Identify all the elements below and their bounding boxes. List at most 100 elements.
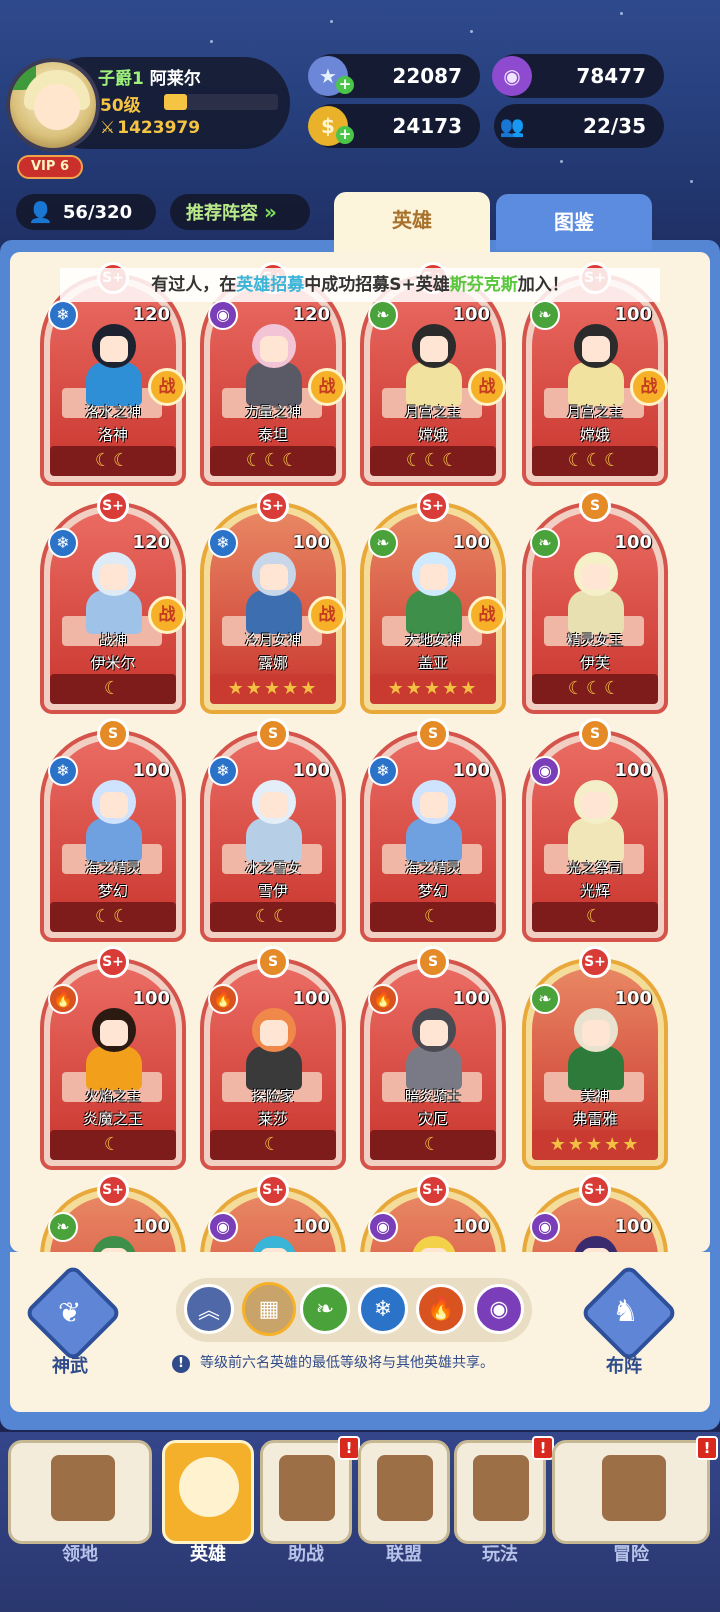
fire-icon[interactable]: 🔥 — [416, 1284, 466, 1334]
dark-element-icon: ◉ — [208, 300, 238, 330]
hero-level: 100 — [292, 532, 330, 553]
hero-name: 光辉 — [579, 882, 610, 900]
dark-icon[interactable]: ◉ — [474, 1284, 524, 1334]
nav-label: 冒险 — [613, 1544, 649, 1565]
hero-card[interactable]: S+ ◉ 100 — [360, 1174, 506, 1252]
nature-element-icon: ❧ — [368, 528, 398, 558]
in-battle-badge: 战 — [630, 368, 668, 406]
purple-coin-resource[interactable]: ◉ 78477 — [492, 54, 664, 98]
star-rank: ☾☾ — [50, 902, 176, 932]
hero-level: 100 — [452, 760, 490, 781]
grade-badge: S — [417, 946, 449, 978]
ice-element-icon: ❄ — [208, 756, 238, 786]
hero-title: 探险家 — [252, 1089, 294, 1105]
hero-card[interactable]: S+❧100战月宫之主嫦娥☾☾☾ — [522, 262, 668, 486]
hero-name: 弗雷雅 — [572, 1110, 618, 1128]
star-rank: ☾ — [532, 902, 658, 932]
in-battle-badge: 战 — [148, 368, 186, 406]
grade-badge: S — [579, 718, 611, 750]
tab-heroes[interactable]: 英雄 — [334, 192, 490, 252]
hero-level: 100 — [614, 760, 652, 781]
hero-level: 100 — [292, 760, 330, 781]
hero-portrait — [72, 772, 156, 862]
star-rank: ★★★★★ — [532, 1130, 658, 1160]
star-rank: ★★★★★ — [210, 674, 336, 704]
hero-title: 冰之雪女 — [245, 861, 301, 877]
hero-portrait — [554, 316, 638, 406]
hero-card[interactable]: S ❧ 100 精灵女王 伊芙 ☾☾☾ — [522, 490, 668, 714]
hero-level: 100 — [614, 1216, 652, 1237]
star-rank: ☾☾ — [210, 902, 336, 932]
members-count[interactable]: 👥 22/35 — [494, 104, 664, 148]
nav-adventure[interactable] — [552, 1440, 710, 1544]
double-chevron-right-icon: » — [264, 200, 277, 224]
tab-codex[interactable]: 图鉴 — [496, 194, 652, 250]
hero-card[interactable]: S ❄ 100 冰之雪女 雪伊 ☾☾ — [200, 718, 346, 942]
nature-element-icon: ❧ — [530, 528, 560, 558]
grade-badge: S — [257, 718, 289, 750]
hero-portrait — [392, 316, 476, 406]
hero-portrait — [232, 316, 316, 406]
hero-card[interactable]: S ❄ 100 海之精灵 梦幻 ☾☾ — [40, 718, 186, 942]
hero-card[interactable]: S+❄120战洛水之神洛神☾☾ — [40, 262, 186, 486]
hero-title: 大地女神 — [405, 633, 461, 649]
hero-card[interactable]: S+◉120战力量之神泰坦☾☾☾ — [200, 262, 346, 486]
nav-heroes[interactable] — [162, 1440, 254, 1544]
hero-card[interactable]: S ◉ 100 光之祭司光辉 ☾ — [522, 718, 668, 942]
hero-card[interactable]: S+ ❄ 100 战冷月女神 露娜 ★★★★★ — [200, 490, 346, 714]
add-gold-icon[interactable]: + — [336, 126, 354, 144]
hero-card[interactable]: S+❧100战月宫之主嫦娥☾☾☾ — [360, 262, 506, 486]
dark-element-icon: ◉ — [208, 1212, 238, 1242]
star-rank: ☾ — [50, 1130, 176, 1160]
winged-banner-icon — [279, 1455, 335, 1521]
hero-level: 100 — [452, 988, 490, 1009]
hero-card[interactable]: S+ ◉ 100 — [200, 1174, 346, 1252]
dark-element-icon: ◉ — [530, 756, 560, 786]
all-icon[interactable]: ▦ — [242, 1282, 296, 1336]
rank-icon[interactable]: ︽ — [184, 1284, 234, 1334]
add-crystal-icon[interactable]: + — [336, 76, 354, 94]
hero-card[interactable]: S 🔥 100 探险家 莱莎 ☾ — [200, 946, 346, 1170]
xp-bar — [164, 94, 278, 110]
hero-title: 洛水之神 — [85, 405, 141, 421]
hero-title: 光之祭司 — [567, 861, 623, 877]
hero-card[interactable]: S ❄ 100 海之精灵 梦幻 ☾ — [360, 718, 506, 942]
grade-badge: S+ — [579, 946, 611, 978]
vip-badge[interactable]: VIP 6 — [17, 155, 83, 179]
recommend-lineup-button[interactable]: 推荐阵容 » — [170, 194, 310, 230]
hero-level: 100 — [292, 988, 330, 1009]
ice-element-icon: ❄ — [48, 528, 78, 558]
star-rank: ☾ — [370, 902, 496, 932]
hero-portrait — [232, 772, 316, 862]
purple-coin-icon: ◉ — [492, 56, 532, 96]
player-avatar[interactable] — [6, 58, 100, 152]
hero-portrait — [392, 544, 476, 634]
star-rank: ☾☾☾ — [532, 446, 658, 476]
alert-badge: ! — [338, 1436, 360, 1460]
nav-territory[interactable] — [8, 1440, 152, 1544]
hero-card[interactable]: S+ ❧ 100 — [40, 1174, 186, 1252]
in-battle-badge: 战 — [468, 596, 506, 634]
nature-icon[interactable]: ❧ — [300, 1284, 350, 1334]
player-level: 50级 — [100, 96, 141, 116]
hero-card[interactable]: S+ ❧ 100 战大地女神 盖亚 ★★★★★ — [360, 490, 506, 714]
hero-level: 100 — [452, 304, 490, 325]
hero-grid: S+❄120战洛水之神洛神☾☾S+◉120战力量之神泰坦☾☾☾S+❧100战月宫… — [10, 252, 710, 1252]
hero-card[interactable]: S+ 🔥 100 火焰之主 炎魔之王 ☾ — [40, 946, 186, 1170]
hero-card[interactable]: S+ ❄ 120 战战神 伊米尔 ☾ — [40, 490, 186, 714]
hero-card[interactable]: S+ ❧ 100 美神 弗雷雅 ★★★★★ — [522, 946, 668, 1170]
hero-level: 100 — [452, 1216, 490, 1237]
ice-icon[interactable]: ❄ — [358, 1284, 408, 1334]
hero-card[interactable]: S 🔥 100 暗炎骑士 灾厄 ☾ — [360, 946, 506, 1170]
nav-alliance[interactable] — [358, 1440, 450, 1544]
crystal-resource[interactable]: ★ + 22087 — [308, 54, 480, 98]
grade-badge: S — [417, 718, 449, 750]
hero-card[interactable]: S+ ◉ 100 — [522, 1174, 668, 1252]
gold-resource[interactable]: $ + 24173 — [308, 104, 480, 148]
star-rank: ☾ — [50, 674, 176, 704]
hero-name: 洛神 — [97, 426, 128, 444]
grade-badge: S — [579, 490, 611, 522]
shield-banner-icon — [377, 1455, 433, 1521]
grade-badge: S+ — [97, 946, 129, 978]
hero-title: 战神 — [99, 633, 127, 649]
